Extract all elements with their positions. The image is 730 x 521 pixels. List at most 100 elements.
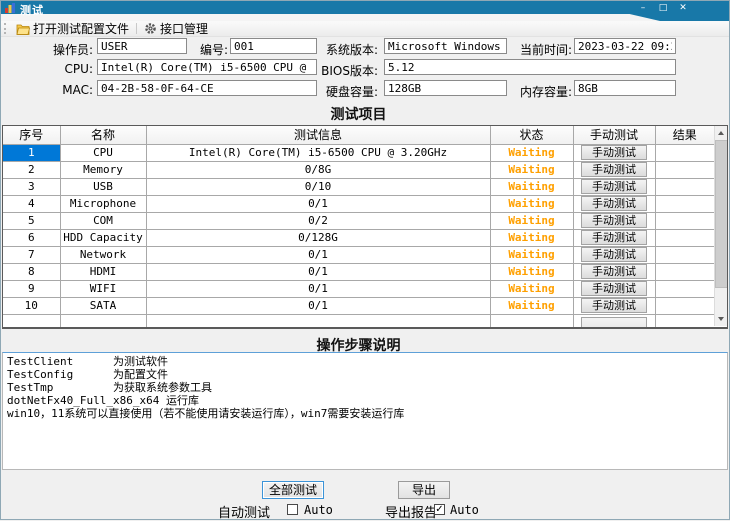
- minimize-button[interactable]: –: [636, 2, 650, 14]
- row-no-cell[interactable]: 2: [3, 161, 60, 178]
- row-result-cell: [655, 195, 714, 212]
- app-icon: [4, 2, 16, 14]
- row-no-cell[interactable]: 9: [3, 280, 60, 297]
- row-manual-cell: 手动测试: [573, 297, 655, 314]
- toolbar-grip: [4, 23, 8, 34]
- steps-textarea[interactable]: TestClient 为测试软件 TestConfig 为配置文件 TestTm…: [2, 352, 728, 470]
- cpu-input[interactable]: [97, 59, 317, 75]
- row-no-cell[interactable]: 10: [3, 297, 60, 314]
- row-info-cell: 0/1: [146, 280, 490, 297]
- test-all-button[interactable]: 全部测试: [262, 481, 324, 499]
- mac-label: MAC:: [20, 83, 93, 97]
- open-folder-icon: [16, 23, 30, 35]
- row-manual-cell: 手动测试: [573, 212, 655, 229]
- table-row[interactable]: 7 Network 0/1 Waiting 手动测试: [3, 246, 714, 263]
- table-row[interactable]: 3 USB 0/10 Waiting 手动测试: [3, 178, 714, 195]
- operator-input[interactable]: [97, 38, 187, 54]
- row-no-cell[interactable]: 4: [3, 195, 60, 212]
- row-status-cell: Waiting: [490, 178, 573, 195]
- row-manual-cell: 手动测试: [573, 161, 655, 178]
- manual-test-button[interactable]: 手动测试: [581, 230, 647, 245]
- operator-label: 操作员:: [20, 41, 93, 58]
- export-report-checkbox[interactable]: ✓: [434, 504, 445, 515]
- test-table: 序号 名称 测试信息 状态 手动测试 结果 1 CPU Intel(R) Cor…: [2, 125, 728, 329]
- row-name-cell: Memory: [60, 161, 146, 178]
- row-no-cell[interactable]: 3: [3, 178, 60, 195]
- row-result-cell: [655, 212, 714, 229]
- table-row[interactable]: 5 COM 0/2 Waiting 手动测试: [3, 212, 714, 229]
- scrollbar-up-button[interactable]: [715, 126, 728, 140]
- row-no-cell[interactable]: 8: [3, 263, 60, 280]
- row-manual-cell: 手动测试: [573, 229, 655, 246]
- auto-test-label: 自动测试: [218, 502, 270, 521]
- mac-input[interactable]: [97, 80, 317, 96]
- row-name-cell: SATA: [60, 297, 146, 314]
- gear-icon: [144, 22, 157, 35]
- row-manual-cell: 手动测试: [573, 178, 655, 195]
- close-button[interactable]: ✕: [676, 2, 690, 14]
- row-info-cell: 0/10: [146, 178, 490, 195]
- manual-test-button[interactable]: 手动测试: [581, 196, 647, 211]
- open-config-button[interactable]: 打开测试配置文件: [11, 21, 134, 36]
- table-row[interactable]: 10 SATA 0/1 Waiting 手动测试: [3, 297, 714, 314]
- maximize-button[interactable]: □: [656, 2, 670, 14]
- hdd-label: 硬盘容量:: [315, 83, 378, 100]
- row-name-cell: CPU: [60, 144, 146, 161]
- row-name-cell: HDMI: [60, 263, 146, 280]
- row-no-cell[interactable]: 7: [3, 246, 60, 263]
- os-input[interactable]: [384, 38, 507, 54]
- interface-management-label: 接口管理: [160, 20, 208, 37]
- row-manual-cell: 手动测试: [573, 195, 655, 212]
- manual-test-button[interactable]: 手动测试: [581, 298, 647, 313]
- auto-test-checkbox[interactable]: [287, 504, 298, 515]
- row-no-cell[interactable]: 1: [3, 144, 60, 161]
- table-row[interactable]: 1 CPU Intel(R) Core(TM) i5-6500 CPU @ 3.…: [3, 144, 714, 161]
- row-result-cell: [655, 229, 714, 246]
- scrollbar-thumb[interactable]: [715, 140, 728, 288]
- time-input[interactable]: [574, 38, 676, 54]
- table-row[interactable]: 9 WIFI 0/1 Waiting 手动测试: [3, 280, 714, 297]
- row-status-cell: Waiting: [490, 229, 573, 246]
- id-label: 编号:: [198, 41, 228, 58]
- row-name-cell: COM: [60, 212, 146, 229]
- test-table-body: 1 CPU Intel(R) Core(TM) i5-6500 CPU @ 3.…: [3, 144, 714, 314]
- interface-management-button[interactable]: 接口管理: [139, 21, 213, 36]
- manual-test-button[interactable]: 手动测试: [581, 213, 647, 228]
- table-header-row: 序号 名称 测试信息 状态 手动测试 结果: [3, 126, 714, 144]
- manual-test-button[interactable]: 手动测试: [581, 264, 647, 279]
- manual-test-button[interactable]: 手动测试: [581, 247, 647, 262]
- row-status-cell: Waiting: [490, 161, 573, 178]
- row-manual-cell: 手动测试: [573, 280, 655, 297]
- auto-test-checkbox-label: Auto: [304, 503, 333, 517]
- table-row-partial: [3, 314, 714, 329]
- table-row[interactable]: 8 HDMI 0/1 Waiting 手动测试: [3, 263, 714, 280]
- table-row[interactable]: 4 Microphone 0/1 Waiting 手动测试: [3, 195, 714, 212]
- export-button[interactable]: 导出: [398, 481, 450, 499]
- id-input[interactable]: [230, 38, 317, 54]
- ram-input[interactable]: [574, 80, 676, 96]
- col-header-no: 序号: [3, 126, 60, 144]
- ram-label: 内存容量:: [512, 83, 572, 100]
- table-row[interactable]: 2 Memory 0/8G Waiting 手动测试: [3, 161, 714, 178]
- titlebar: 测试 – □ ✕: [0, 0, 730, 21]
- row-info-cell: Intel(R) Core(TM) i5-6500 CPU @ 3.20GHz: [146, 144, 490, 161]
- row-info-cell: 0/1: [146, 263, 490, 280]
- open-config-label: 打开测试配置文件: [33, 20, 129, 37]
- test-section-title: 测试项目: [2, 104, 715, 124]
- table-scrollbar[interactable]: [714, 126, 727, 326]
- manual-test-button[interactable]: 手动测试: [581, 145, 647, 160]
- manual-test-button[interactable]: 手动测试: [581, 281, 647, 296]
- row-manual-cell: 手动测试: [573, 246, 655, 263]
- manual-test-button[interactable]: 手动测试: [581, 162, 647, 177]
- export-report-label: 导出报告: [385, 502, 437, 521]
- row-no-cell[interactable]: 6: [3, 229, 60, 246]
- manual-test-button[interactable]: [581, 317, 647, 329]
- scrollbar-down-button[interactable]: [715, 312, 728, 326]
- row-name-cell: HDD Capacity: [60, 229, 146, 246]
- bios-input[interactable]: [384, 59, 676, 75]
- hdd-input[interactable]: [384, 80, 507, 96]
- row-name-cell: WIFI: [60, 280, 146, 297]
- row-no-cell[interactable]: 5: [3, 212, 60, 229]
- manual-test-button[interactable]: 手动测试: [581, 179, 647, 194]
- table-row[interactable]: 6 HDD Capacity 0/128G Waiting 手动测试: [3, 229, 714, 246]
